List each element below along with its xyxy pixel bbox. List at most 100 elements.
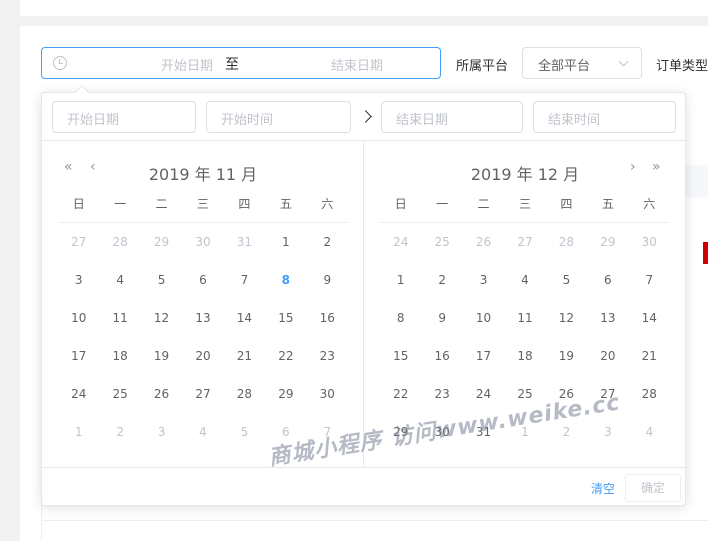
day-cell[interactable]: 29 [265,375,306,413]
day-cell[interactable]: 12 [141,299,182,337]
range-separator: 至 [225,57,239,73]
day-cell[interactable]: 11 [99,299,140,337]
day-cell[interactable]: 15 [380,337,421,375]
day-cell[interactable]: 5 [141,261,182,299]
day-cell[interactable]: 19 [546,337,587,375]
day-cell[interactable]: 10 [463,299,504,337]
day-cell[interactable]: 4 [504,261,545,299]
date-range-input[interactable]: 开始日期 至 结束日期 [41,47,441,79]
day-cell[interactable]: 9 [307,261,348,299]
day-cell[interactable]: 1 [58,413,99,451]
weekday-label: 五 [279,197,292,211]
day-cell[interactable]: 20 [182,337,223,375]
day-cell[interactable]: 31 [224,223,265,261]
day-cell[interactable]: 14 [629,299,670,337]
calendar-right-title: 2019 年 12 月 [470,165,580,184]
day-cell[interactable]: 30 [307,375,348,413]
day-cell[interactable]: 5 [224,413,265,451]
day-cell[interactable]: 7 [224,261,265,299]
day-cell[interactable]: 16 [307,299,348,337]
day-cell[interactable]: 25 [99,375,140,413]
day-cell[interactable]: 24 [58,375,99,413]
end-date-input[interactable]: 结束日期 [381,101,523,133]
day-cell[interactable]: 10 [58,299,99,337]
day-cell[interactable]: 30 [182,223,223,261]
day-cell[interactable]: 9 [421,299,462,337]
weekday-header: 日一二三四五六 [58,195,348,223]
day-cell[interactable]: 24 [380,223,421,261]
platform-label: 所属平台 [456,59,509,74]
day-cell[interactable]: 25 [421,223,462,261]
picker-time-header: 开始日期 开始时间 结束日期 结束时间 [42,93,685,141]
day-cell[interactable]: 6 [182,261,223,299]
day-cell-today[interactable]: 8 [265,261,306,299]
platform-select[interactable]: 全部平台 [522,47,642,79]
top-card [20,0,708,16]
table-badge [703,242,708,264]
day-cell[interactable]: 2 [421,261,462,299]
weekday-label: 三 [518,197,531,211]
day-cell[interactable]: 21 [224,337,265,375]
start-time-input[interactable]: 开始时间 [206,101,351,133]
day-cell[interactable]: 19 [141,337,182,375]
next-month-icon[interactable]: › [630,159,636,175]
day-cell[interactable]: 29 [141,223,182,261]
day-cell[interactable]: 4 [629,413,670,451]
day-cell[interactable]: 22 [265,337,306,375]
weekday-label: 四 [238,197,251,211]
day-cell[interactable]: 2 [99,413,140,451]
day-cell[interactable]: 17 [463,337,504,375]
day-cell[interactable]: 3 [463,261,504,299]
day-cell[interactable]: 28 [99,223,140,261]
day-cell[interactable]: 4 [182,413,223,451]
day-cell[interactable]: 16 [421,337,462,375]
day-cell[interactable]: 22 [380,375,421,413]
day-cell[interactable]: 20 [587,337,628,375]
day-cell[interactable]: 27 [504,223,545,261]
day-cell[interactable]: 1 [380,261,421,299]
day-cell[interactable]: 23 [307,337,348,375]
day-cell[interactable]: 30 [629,223,670,261]
day-cell[interactable]: 26 [141,375,182,413]
weekday-label: 日 [394,197,407,211]
day-cell[interactable]: 29 [587,223,628,261]
weekday-label: 四 [560,197,573,211]
clock-icon [53,56,67,70]
table-header-bg [686,165,708,197]
day-cell[interactable]: 13 [587,299,628,337]
day-cell[interactable]: 21 [629,337,670,375]
day-cell[interactable]: 23 [421,375,462,413]
day-cell[interactable]: 18 [504,337,545,375]
day-cell[interactable]: 4 [99,261,140,299]
day-cell[interactable]: 27 [182,375,223,413]
picker-footer: 清空 确定 [42,467,685,505]
day-cell[interactable]: 12 [546,299,587,337]
confirm-button[interactable]: 确定 [625,474,681,502]
day-cell[interactable]: 14 [224,299,265,337]
day-cell[interactable]: 7 [629,261,670,299]
next-year-icon[interactable]: » [652,159,661,175]
weekday-label: 一 [436,197,449,211]
day-cell[interactable]: 1 [265,223,306,261]
day-cell[interactable]: 26 [463,223,504,261]
day-cell[interactable]: 15 [265,299,306,337]
day-cell[interactable]: 8 [380,299,421,337]
day-cell[interactable]: 2 [307,223,348,261]
day-cell[interactable]: 5 [546,261,587,299]
start-date-input[interactable]: 开始日期 [52,101,196,133]
day-cell[interactable]: 28 [546,223,587,261]
day-cell[interactable]: 3 [58,261,99,299]
day-cell[interactable]: 28 [629,375,670,413]
range-end-placeholder[interactable]: 结束日期 [302,55,412,74]
day-cell[interactable]: 18 [99,337,140,375]
day-cell[interactable]: 28 [224,375,265,413]
day-cell[interactable]: 17 [58,337,99,375]
day-cell[interactable]: 3 [141,413,182,451]
end-time-input[interactable]: 结束时间 [533,101,676,133]
day-cell[interactable]: 13 [182,299,223,337]
order-type-label: 订单类型 [656,59,708,74]
day-cell[interactable]: 6 [587,261,628,299]
day-cell[interactable]: 11 [504,299,545,337]
day-cell[interactable]: 27 [58,223,99,261]
clear-button[interactable]: 清空 [591,480,615,497]
